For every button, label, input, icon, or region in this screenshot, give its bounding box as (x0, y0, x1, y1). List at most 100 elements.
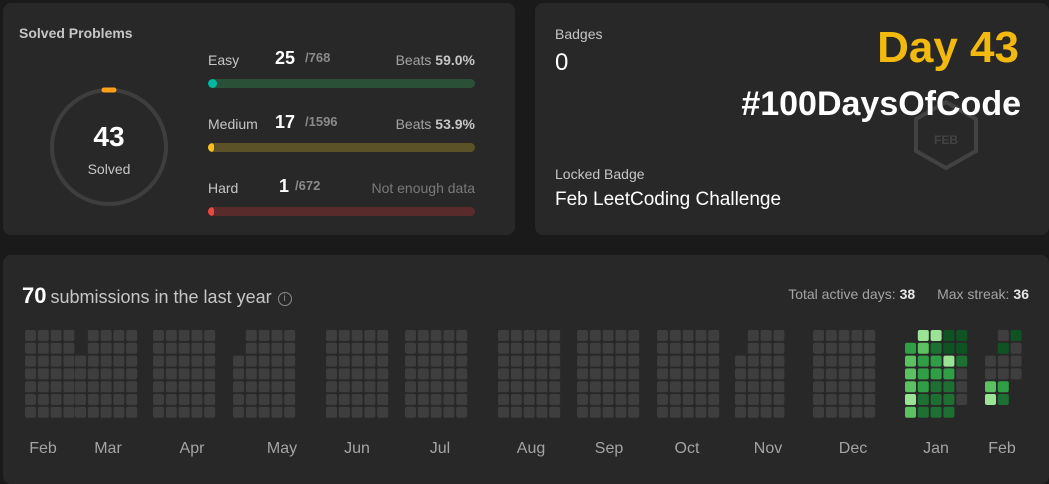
heatmap-cell[interactable] (669, 368, 681, 380)
heatmap-cell[interactable] (165, 342, 177, 354)
heatmap-cell[interactable] (735, 381, 746, 393)
heatmap-cell[interactable] (825, 342, 837, 354)
heatmap-cell[interactable] (456, 406, 468, 418)
heatmap-cell[interactable] (628, 406, 640, 418)
heatmap-cell[interactable] (75, 394, 86, 405)
heatmap-cell[interactable] (602, 394, 614, 405)
heatmap-cell[interactable] (153, 406, 164, 418)
heatmap-cell[interactable] (669, 330, 681, 341)
heatmap-cell[interactable] (760, 368, 772, 380)
heatmap-cell[interactable] (838, 406, 850, 418)
heatmap-cell[interactable] (864, 381, 876, 393)
heatmap-cell[interactable] (917, 355, 929, 367)
heatmap-cell[interactable] (364, 368, 376, 380)
heatmap-cell[interactable] (326, 394, 337, 405)
heatmap-cell[interactable] (577, 381, 588, 393)
heatmap-cell[interactable] (851, 368, 863, 380)
heatmap-cell[interactable] (284, 406, 296, 418)
heatmap-cell[interactable] (284, 368, 296, 380)
heatmap-cell[interactable] (126, 368, 138, 380)
heatmap-cell[interactable] (523, 394, 535, 405)
heatmap-cell[interactable] (258, 381, 270, 393)
heatmap-cell[interactable] (100, 355, 112, 367)
heatmap-cell[interactable] (682, 368, 694, 380)
heatmap-cell[interactable] (864, 394, 876, 405)
heatmap-cell[interactable] (760, 355, 772, 367)
heatmap-cell[interactable] (657, 368, 668, 380)
heatmap-cell[interactable] (165, 406, 177, 418)
heatmap-cell[interactable] (258, 342, 270, 354)
heatmap-cell[interactable] (747, 342, 759, 354)
heatmap-cell[interactable] (113, 368, 125, 380)
heatmap-cell[interactable] (50, 368, 62, 380)
heatmap-cell[interactable] (917, 342, 929, 354)
heatmap-cell[interactable] (178, 368, 190, 380)
heatmap-cell[interactable] (456, 355, 468, 367)
heatmap-cell[interactable] (669, 406, 681, 418)
heatmap-cell[interactable] (838, 330, 850, 341)
heatmap-cell[interactable] (851, 330, 863, 341)
heatmap-cell[interactable] (75, 406, 86, 418)
heatmap-cell[interactable] (338, 330, 350, 341)
heatmap-cell[interactable] (577, 342, 588, 354)
heatmap-cell[interactable] (443, 355, 455, 367)
heatmap-cell[interactable] (271, 368, 283, 380)
heatmap-cell[interactable] (577, 406, 588, 418)
heatmap-cell[interactable] (87, 355, 99, 367)
heatmap-cell[interactable] (864, 355, 876, 367)
heatmap-cell[interactable] (126, 330, 138, 341)
heatmap-cell[interactable] (510, 342, 522, 354)
heatmap-cell[interactable] (735, 368, 746, 380)
heatmap-cell[interactable] (165, 330, 177, 341)
heatmap-cell[interactable] (284, 355, 296, 367)
heatmap-cell[interactable] (126, 394, 138, 405)
heatmap-cell[interactable] (628, 381, 640, 393)
heatmap-cell[interactable] (326, 381, 337, 393)
heatmap-cell[interactable] (37, 406, 49, 418)
heatmap-cell[interactable] (405, 330, 416, 341)
heatmap-cell[interactable] (284, 342, 296, 354)
heatmap-cell[interactable] (165, 355, 177, 367)
heatmap-cell[interactable] (813, 406, 824, 418)
heatmap-cell[interactable] (405, 381, 416, 393)
heatmap-cell[interactable] (747, 381, 759, 393)
heatmap-cell[interactable] (87, 330, 99, 341)
heatmap-cell[interactable] (63, 368, 75, 380)
heatmap-cell[interactable] (430, 342, 442, 354)
heatmap-cell[interactable] (443, 330, 455, 341)
heatmap-cell[interactable] (351, 342, 363, 354)
heatmap-cell[interactable] (747, 355, 759, 367)
heatmap-cell[interactable] (997, 342, 1009, 354)
heatmap-cell[interactable] (813, 394, 824, 405)
heatmap-cell[interactable] (589, 342, 601, 354)
heatmap-cell[interactable] (851, 342, 863, 354)
heatmap-cell[interactable] (153, 330, 164, 341)
heatmap-cell[interactable] (364, 394, 376, 405)
heatmap-cell[interactable] (191, 406, 203, 418)
heatmap-cell[interactable] (443, 368, 455, 380)
heatmap-cell[interactable] (100, 368, 112, 380)
heatmap-cell[interactable] (87, 406, 99, 418)
heatmap-cell[interactable] (628, 330, 640, 341)
heatmap-cell[interactable] (997, 368, 1009, 380)
heatmap-cell[interactable] (864, 406, 876, 418)
heatmap-cell[interactable] (100, 330, 112, 341)
heatmap-cell[interactable] (864, 330, 876, 341)
heatmap-cell[interactable] (100, 394, 112, 405)
heatmap-cell[interactable] (258, 406, 270, 418)
heatmap-cell[interactable] (682, 355, 694, 367)
heatmap-cell[interactable] (825, 381, 837, 393)
heatmap-cell[interactable] (204, 330, 216, 341)
heatmap-cell[interactable] (204, 381, 216, 393)
heatmap-cell[interactable] (417, 394, 429, 405)
heatmap-cell[interactable] (577, 330, 588, 341)
heatmap-cell[interactable] (510, 368, 522, 380)
heatmap-cell[interactable] (735, 355, 746, 367)
heatmap-cell[interactable] (523, 406, 535, 418)
heatmap-cell[interactable] (813, 368, 824, 380)
heatmap-cell[interactable] (930, 368, 942, 380)
heatmap-cell[interactable] (773, 406, 785, 418)
heatmap-cell[interactable] (523, 330, 535, 341)
heatmap-cell[interactable] (930, 342, 942, 354)
heatmap-cell[interactable] (657, 406, 668, 418)
